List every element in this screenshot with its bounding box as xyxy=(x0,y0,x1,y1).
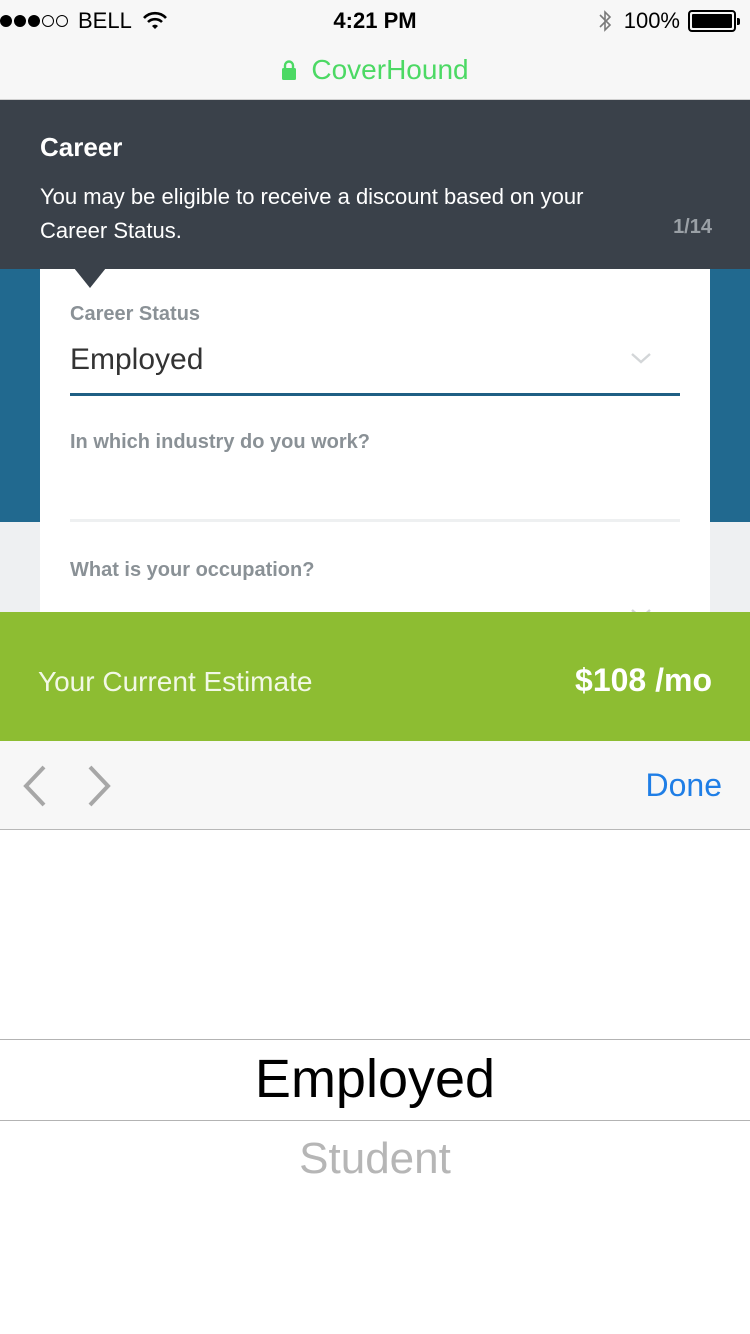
industry-field[interactable]: In which industry do you work? xyxy=(70,431,370,454)
tooltip-title: Career xyxy=(40,132,123,162)
career-status-select[interactable]: Employed xyxy=(70,343,203,377)
industry-underline xyxy=(70,519,680,522)
estimate-bar: Your Current Estimate $108 /mo xyxy=(0,612,750,741)
address-bar[interactable]: CoverHound xyxy=(0,40,750,100)
career-status-label: Career Status xyxy=(70,303,201,325)
estimate-value: $108 /mo xyxy=(575,662,712,698)
picker-option[interactable]: Student xyxy=(0,1134,750,1184)
keyboard-accessory-bar: Done xyxy=(0,741,750,830)
chevron-left-icon[interactable] xyxy=(18,763,52,809)
battery-icon xyxy=(688,10,740,32)
help-tooltip: Career You may be eligible to receive a … xyxy=(0,100,750,269)
picker-selection-top xyxy=(0,1039,750,1040)
done-button[interactable]: Done xyxy=(646,767,723,804)
career-form-card: Career Status Employed In which industry… xyxy=(40,269,710,612)
battery-info: 100% xyxy=(598,8,740,34)
picker-option-selected[interactable]: Employed xyxy=(0,1048,750,1110)
bluetooth-icon xyxy=(599,10,611,32)
site-name: CoverHound xyxy=(311,53,469,85)
chevron-right-icon[interactable] xyxy=(82,763,116,809)
battery-percent: 100% xyxy=(623,8,680,33)
estimate-label: Your Current Estimate xyxy=(38,666,313,697)
status-bar: BELL 4:21 PM 100% xyxy=(0,0,750,40)
step-counter: 1/14 xyxy=(673,216,712,238)
tooltip-body: You may be eligible to receive a discoun… xyxy=(40,184,584,243)
picker-selection-bottom xyxy=(0,1120,750,1121)
chevron-down-icon[interactable] xyxy=(630,351,652,365)
career-status-picker[interactable]: Employed Student xyxy=(0,830,750,1334)
tooltip-pointer xyxy=(74,268,106,288)
occupation-field[interactable]: What is your occupation? xyxy=(70,559,314,582)
career-status-underline xyxy=(70,393,680,396)
lock-icon xyxy=(282,59,297,80)
